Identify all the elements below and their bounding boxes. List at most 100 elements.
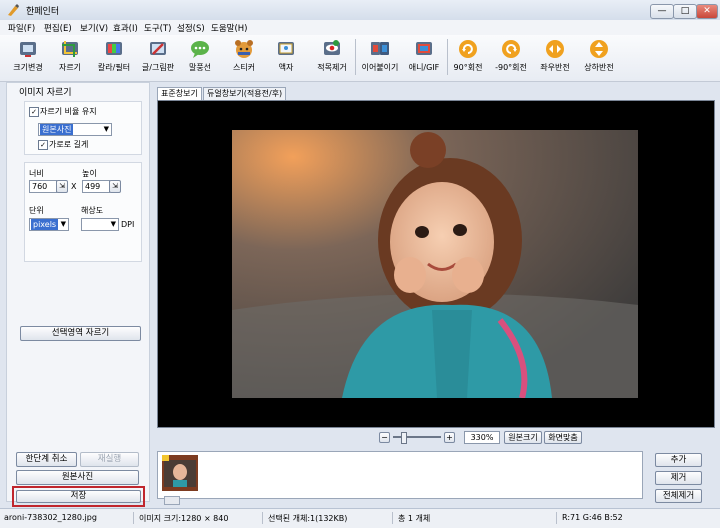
status-divider	[133, 512, 134, 524]
toolbar-button-text-draw[interactable]: 글/그림판	[138, 38, 178, 78]
menu-tools[interactable]: 도구(T)	[144, 22, 171, 34]
toolbar-label: 스티커	[232, 63, 256, 72]
menu-effect[interactable]: 효과(I)	[113, 22, 138, 34]
toolbar-button-sticker[interactable]: 스티커	[226, 38, 262, 78]
width-lock-button[interactable]: ⇲	[56, 180, 68, 193]
status-selected: 선택된 개체:1(132KB)	[268, 514, 348, 523]
photo-preview[interactable]	[232, 130, 638, 398]
fit-screen-button[interactable]: 화면맞춤	[544, 431, 582, 444]
toolbar-button-speech-bubble[interactable]: 말풍선	[182, 38, 218, 78]
toolbar-label: -90°회전	[495, 63, 527, 72]
minimize-button[interactable]: —	[650, 4, 674, 19]
color-filter-icon	[106, 42, 122, 55]
resize-icon	[20, 42, 36, 57]
toolbar-button-color-filter[interactable]: 칼라/필터	[92, 38, 136, 78]
status-divider	[556, 512, 557, 524]
toolbar-button-frame[interactable]: 액자	[270, 38, 302, 78]
zoom-level: 330%	[464, 431, 500, 444]
speech-bubble-icon	[191, 41, 209, 58]
status-bar: aroni-738302_1280.jpg 이미지 크기:1280 × 840 …	[0, 508, 720, 528]
window-title: 한페인터	[26, 7, 60, 17]
merge-icon	[371, 42, 389, 55]
status-divider	[262, 512, 263, 524]
remove-all-button[interactable]: 전체제거	[655, 489, 702, 503]
thumbnail-item[interactable]	[162, 455, 198, 491]
toolbar-button-flip-horizontal[interactable]: 좌우반전	[536, 38, 574, 78]
redo-button[interactable]: 재실행	[80, 452, 139, 467]
original-size-button[interactable]: 원본크기	[504, 431, 542, 444]
save-highlight: 저장	[12, 486, 145, 507]
toolbar-button-rotate-ccw[interactable]: -90°회전	[492, 38, 530, 78]
menu-view[interactable]: 보기(V)	[80, 22, 108, 34]
toolbar-label: 글/그림판	[141, 63, 175, 72]
flip-vertical-icon	[590, 40, 608, 58]
add-button[interactable]: 추가	[655, 453, 702, 467]
chevron-down-icon: ▼	[110, 220, 116, 228]
zoom-slider-thumb[interactable]	[400, 432, 407, 444]
toolbar-separator	[447, 39, 448, 75]
size-group: 너비 높이 760 ⇲ X 499 ⇲ 단위 해상도 pixels ▼ ▼ DP…	[24, 162, 142, 262]
tab-dual-view[interactable]: 듀얼창보기(적용전/후)	[203, 87, 287, 100]
menu-help[interactable]: 도움말(H)	[211, 22, 247, 34]
frame-icon	[278, 42, 294, 55]
tab-standard-view[interactable]: 표준창보기	[157, 87, 202, 100]
zoom-in-button[interactable]: +	[444, 432, 455, 443]
toolbar-button-merge[interactable]: 이어붙이기	[358, 38, 402, 78]
unit-label: 단위	[29, 206, 44, 215]
flip-horizontal-icon	[546, 40, 564, 58]
resolution-select[interactable]: ▼	[81, 218, 119, 231]
crop-selection-button[interactable]: 선택영역 자르기	[20, 326, 141, 341]
zoom-bar: − + 330% 원본크기 화면맞춤	[157, 430, 713, 444]
status-divider	[392, 512, 393, 524]
horizontal-scrollbar-thumb[interactable]	[164, 496, 180, 505]
maximize-button[interactable]: □	[673, 4, 697, 19]
width-field[interactable]: 760	[29, 180, 57, 193]
toolbar-button-flip-vertical[interactable]: 상하반전	[580, 38, 618, 78]
toolbar-button-resize[interactable]: 크기변경	[8, 38, 48, 78]
undo-button[interactable]: 한단계 취소	[16, 452, 77, 467]
toolbar-label: 자르기	[58, 63, 82, 72]
status-image-size: 이미지 크기:1280 × 840	[139, 514, 229, 523]
crop-panel: 이미지 자르기 ✓ 자르기 비율 유지 원본사진 ▼ ✓ 가로로 길게 너비 높…	[6, 82, 150, 507]
toolbar-label: 이어붙이기	[361, 63, 399, 72]
height-field[interactable]: 499	[82, 180, 110, 193]
original-photo-button[interactable]: 원본사진	[16, 470, 139, 485]
ratio-select[interactable]: 원본사진 ▼	[38, 123, 112, 136]
toolbar-label: 말풍선	[188, 63, 212, 72]
toolbar-label: 액자	[278, 63, 294, 72]
toolbar-button-red-eye[interactable]: 적목제거	[312, 38, 352, 78]
menu-file[interactable]: 파일(F)	[8, 22, 35, 34]
toolbar-button-rotate-cw[interactable]: 90°회전	[450, 38, 486, 78]
landscape-checkbox[interactable]: ✓	[38, 140, 48, 150]
height-lock-button[interactable]: ⇲	[109, 180, 121, 193]
crop-icon	[62, 41, 78, 57]
red-eye-icon	[324, 40, 340, 55]
toolbar-label: 애니/GIF	[408, 63, 440, 72]
height-label: 높이	[82, 169, 97, 178]
ratio-group: ✓ 자르기 비율 유지 원본사진 ▼ ✓ 가로로 길게	[24, 101, 142, 155]
toolbar-label: 좌우반전	[540, 63, 570, 72]
chevron-down-icon: ▼	[103, 125, 109, 133]
menu-edit[interactable]: 편집(E)	[44, 22, 72, 34]
remove-button[interactable]: 제거	[655, 471, 702, 485]
toolbar: 크기변경 자르기 칼라/필터 글/그림판 말풍선 스티커 액자 적목제거 이어붙…	[0, 35, 720, 82]
width-label: 너비	[29, 169, 44, 178]
close-button[interactable]: ✕	[696, 4, 718, 19]
menu-settings[interactable]: 설정(S)	[177, 22, 205, 34]
toolbar-label: 90°회전	[453, 63, 483, 72]
keep-ratio-label: 자르기 비율 유지	[40, 107, 97, 116]
toolbar-label: 크기변경	[13, 63, 43, 72]
link-icon: ⇲	[59, 182, 65, 190]
keep-ratio-checkbox[interactable]: ✓	[29, 107, 39, 117]
toolbar-button-gif[interactable]: 애니/GIF	[404, 38, 444, 78]
times-sign: X	[71, 182, 77, 191]
toolbar-button-crop[interactable]: 자르기	[52, 38, 88, 78]
panel-title: 이미지 자르기	[19, 88, 72, 98]
chevron-down-icon: ▼	[60, 220, 66, 228]
zoom-out-button[interactable]: −	[379, 432, 390, 443]
unit-select[interactable]: pixels ▼	[29, 218, 69, 231]
rotate-cw-icon	[459, 40, 477, 58]
status-file: aroni-738302_1280.jpg	[4, 513, 97, 522]
status-pixel: R:71 G:46 B:52	[562, 513, 623, 522]
save-button[interactable]: 저장	[16, 490, 141, 503]
